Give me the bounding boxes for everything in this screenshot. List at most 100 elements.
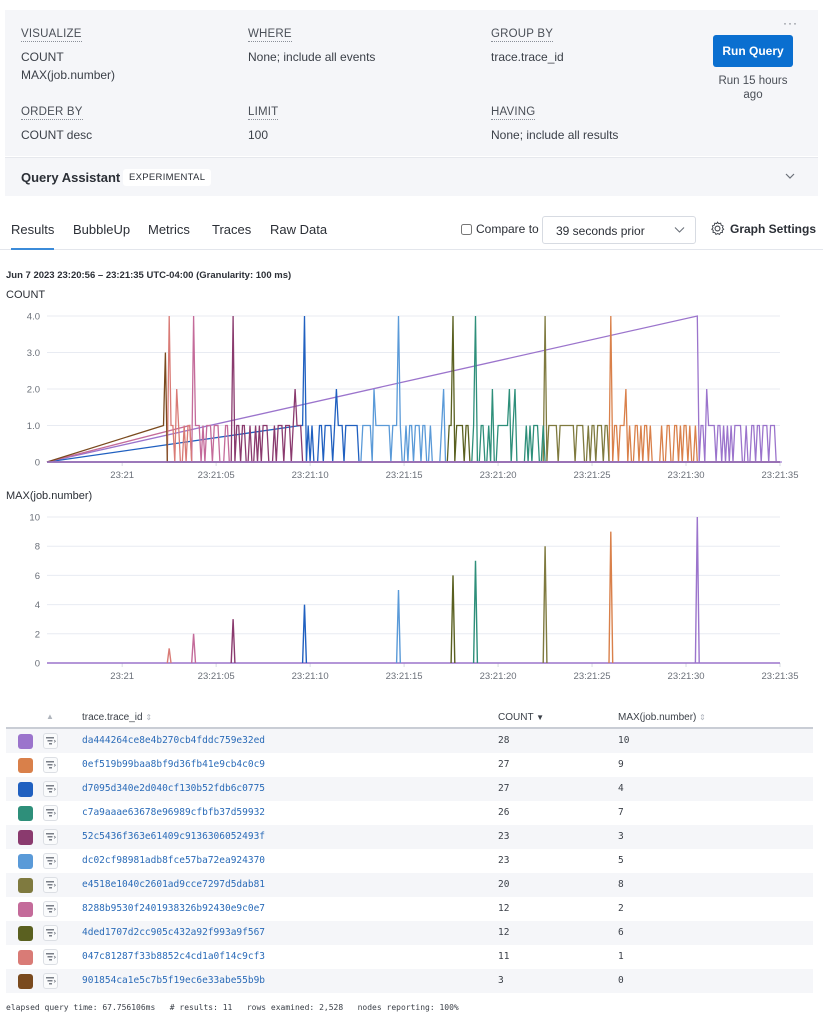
view-trace-button[interactable] (43, 853, 58, 869)
tab-metrics[interactable]: Metrics (148, 222, 190, 237)
series-color-swatch[interactable] (18, 734, 33, 749)
max-chart-title: MAX(job.number) (6, 490, 93, 502)
count-value: 27 (498, 759, 510, 770)
series-color-swatch[interactable] (18, 854, 33, 869)
y-tick-label: 0 (35, 458, 40, 469)
where-clause[interactable]: WHERE None; include all events (248, 26, 375, 66)
sort-icon[interactable]: ▲︎ (46, 712, 54, 721)
series-color-swatch[interactable] (18, 926, 33, 941)
trace-id-link[interactable]: 0ef519b99baa8bf9d36fb41e9cb4c0c9 (82, 759, 265, 770)
view-trace-button[interactable] (43, 901, 58, 917)
compare-toggle[interactable]: Compare to (461, 222, 539, 236)
run-query-button[interactable]: Run Query (713, 35, 793, 67)
trace-id-link[interactable]: 4ded1707d2cc905c432a92f993a9f567 (82, 927, 265, 938)
header-trace-id[interactable]: trace.trace_id ⇕ (82, 712, 152, 723)
y-tick-label: 4.0 (27, 312, 40, 323)
view-trace-button[interactable] (43, 949, 58, 965)
trace-id-link[interactable]: 901854ca1e5c7b5f19ec6e33abe55b9b (82, 975, 265, 986)
query-assistant-bar[interactable]: Query Assistant EXPERIMENTAL (5, 157, 818, 196)
tab-bubbleup[interactable]: BubbleUp (73, 222, 130, 237)
order-by-clause[interactable]: ORDER BY COUNT desc (21, 104, 92, 144)
header-max-label: MAX(job.number) (618, 712, 697, 723)
trace-id-link[interactable]: dc02cf98981adb8fce57ba72ea924370 (82, 855, 265, 866)
trace-id-link[interactable]: e4518e1040c2601ad9cce7297d5dab81 (82, 879, 265, 890)
sort-icon: ⇕ (699, 713, 706, 722)
max-series-spike[interactable] (608, 531, 614, 664)
trace-id-link[interactable]: 52c5436f363e61409c9136306052493f (82, 831, 265, 842)
view-trace-button[interactable] (43, 733, 58, 749)
visualize-value-count: COUNT (21, 50, 64, 64)
compare-checkbox[interactable] (461, 223, 472, 235)
series-color-swatch[interactable] (18, 950, 33, 965)
view-trace-button[interactable] (43, 781, 58, 797)
sort-icon: ⇕ (145, 713, 153, 722)
series-color-swatch[interactable] (18, 758, 33, 773)
x-tick-label: 23:21:05 (198, 470, 235, 481)
limit-value: 100 (248, 128, 269, 142)
graph-settings-button[interactable]: Graph Settings (710, 221, 816, 236)
having-clause[interactable]: HAVING None; include all results (491, 104, 618, 144)
series-color-swatch[interactable] (18, 806, 33, 821)
group-by-clause[interactable]: GROUP BY trace.trace_id (491, 26, 564, 66)
limit-clause[interactable]: LIMIT 100 (248, 104, 279, 144)
max-series-spike[interactable] (450, 575, 456, 664)
y-tick-label: 0 (35, 659, 40, 670)
tab-raw-data[interactable]: Raw Data (270, 222, 327, 237)
trace-waterfall-icon (46, 881, 56, 889)
view-trace-button[interactable] (43, 829, 58, 845)
query-assistant-title: Query Assistant (21, 170, 121, 185)
where-label: WHERE (248, 28, 292, 42)
trace-id-link[interactable]: 8288b9530f2401938326b92430e9c0e7 (82, 903, 265, 914)
chevron-down-icon[interactable] (784, 170, 796, 182)
series-color-swatch[interactable] (18, 974, 33, 989)
visualize-values: COUNT MAX(job.number) (21, 48, 115, 84)
max-series-spike[interactable] (166, 648, 172, 664)
view-trace-button[interactable] (43, 757, 58, 773)
table-header: ▲︎ trace.trace_id ⇕ COUNT ▼ MAX(job.numb… (6, 705, 813, 729)
max-series-spike[interactable] (191, 633, 197, 664)
trace-id-link[interactable]: da444264ce8e4b270cb4fddc759e32ed (82, 735, 265, 746)
sort-desc-icon: ▼ (536, 713, 545, 722)
header-count[interactable]: COUNT ▼ (498, 712, 544, 723)
compare-period-value: 39 seconds prior (556, 224, 645, 238)
max-series-spike[interactable] (395, 589, 401, 664)
max-series-spike[interactable] (230, 619, 236, 664)
max-value: 9 (618, 759, 624, 770)
series-color-swatch[interactable] (18, 902, 33, 917)
view-trace-button[interactable] (43, 973, 58, 989)
max-value: 8 (618, 879, 624, 890)
trace-waterfall-icon (46, 833, 56, 841)
series-color-swatch[interactable] (18, 782, 33, 797)
compare-period-select[interactable]: 39 seconds prior (542, 216, 696, 244)
compare-label: Compare to (476, 222, 539, 236)
trace-waterfall-icon (46, 857, 56, 865)
max-job-number-chart[interactable]: 0 2 4 6 8 10 23:21 23:21:05 23:21:10 23:21:15 23:2… (0, 505, 823, 685)
limit-label: LIMIT (248, 106, 279, 120)
trace-id-link[interactable]: d7095d340e2d040cf130b52fdb6c0775 (82, 783, 265, 794)
tab-traces[interactable]: Traces (212, 222, 251, 237)
more-options-icon[interactable]: ··· (783, 16, 798, 30)
chevron-down-icon (674, 227, 685, 233)
trace-id-link[interactable]: 047c81287f33b8852c4cd1a0f14c9cf3 (82, 951, 265, 962)
x-tick-label: 23:21:25 (574, 470, 611, 481)
header-max[interactable]: MAX(job.number) ⇕ (618, 712, 706, 723)
view-trace-button[interactable] (43, 805, 58, 821)
view-trace-button[interactable] (43, 925, 58, 941)
max-series-spike[interactable] (694, 516, 700, 664)
x-tick-label: 23:21 (110, 671, 134, 682)
results-table: ▲︎ trace.trace_id ⇕ COUNT ▼ MAX(job.numb… (6, 705, 813, 993)
view-trace-button[interactable] (43, 877, 58, 893)
where-value: None; include all events (248, 50, 376, 64)
max-series-spike[interactable] (472, 560, 479, 664)
graph-settings-label: Graph Settings (730, 221, 817, 236)
x-tick-label: 23:21:05 (198, 671, 235, 682)
x-tick-label: 23:21 (110, 470, 134, 481)
trace-id-link[interactable]: c7a9aaae63678e96989cfbfb37d59932 (82, 807, 265, 818)
count-chart[interactable]: 0 1.0 2.0 3.0 4.0 23:21 23:21:05 23:21:10 23:21:… (0, 305, 823, 485)
tab-results[interactable]: Results (11, 222, 55, 250)
gear-icon (711, 221, 725, 236)
series-color-swatch[interactable] (18, 878, 33, 893)
count-value: 27 (498, 783, 510, 794)
visualize-clause[interactable]: VISUALIZE COUNT MAX(job.number) (21, 26, 115, 84)
series-color-swatch[interactable] (18, 830, 33, 845)
